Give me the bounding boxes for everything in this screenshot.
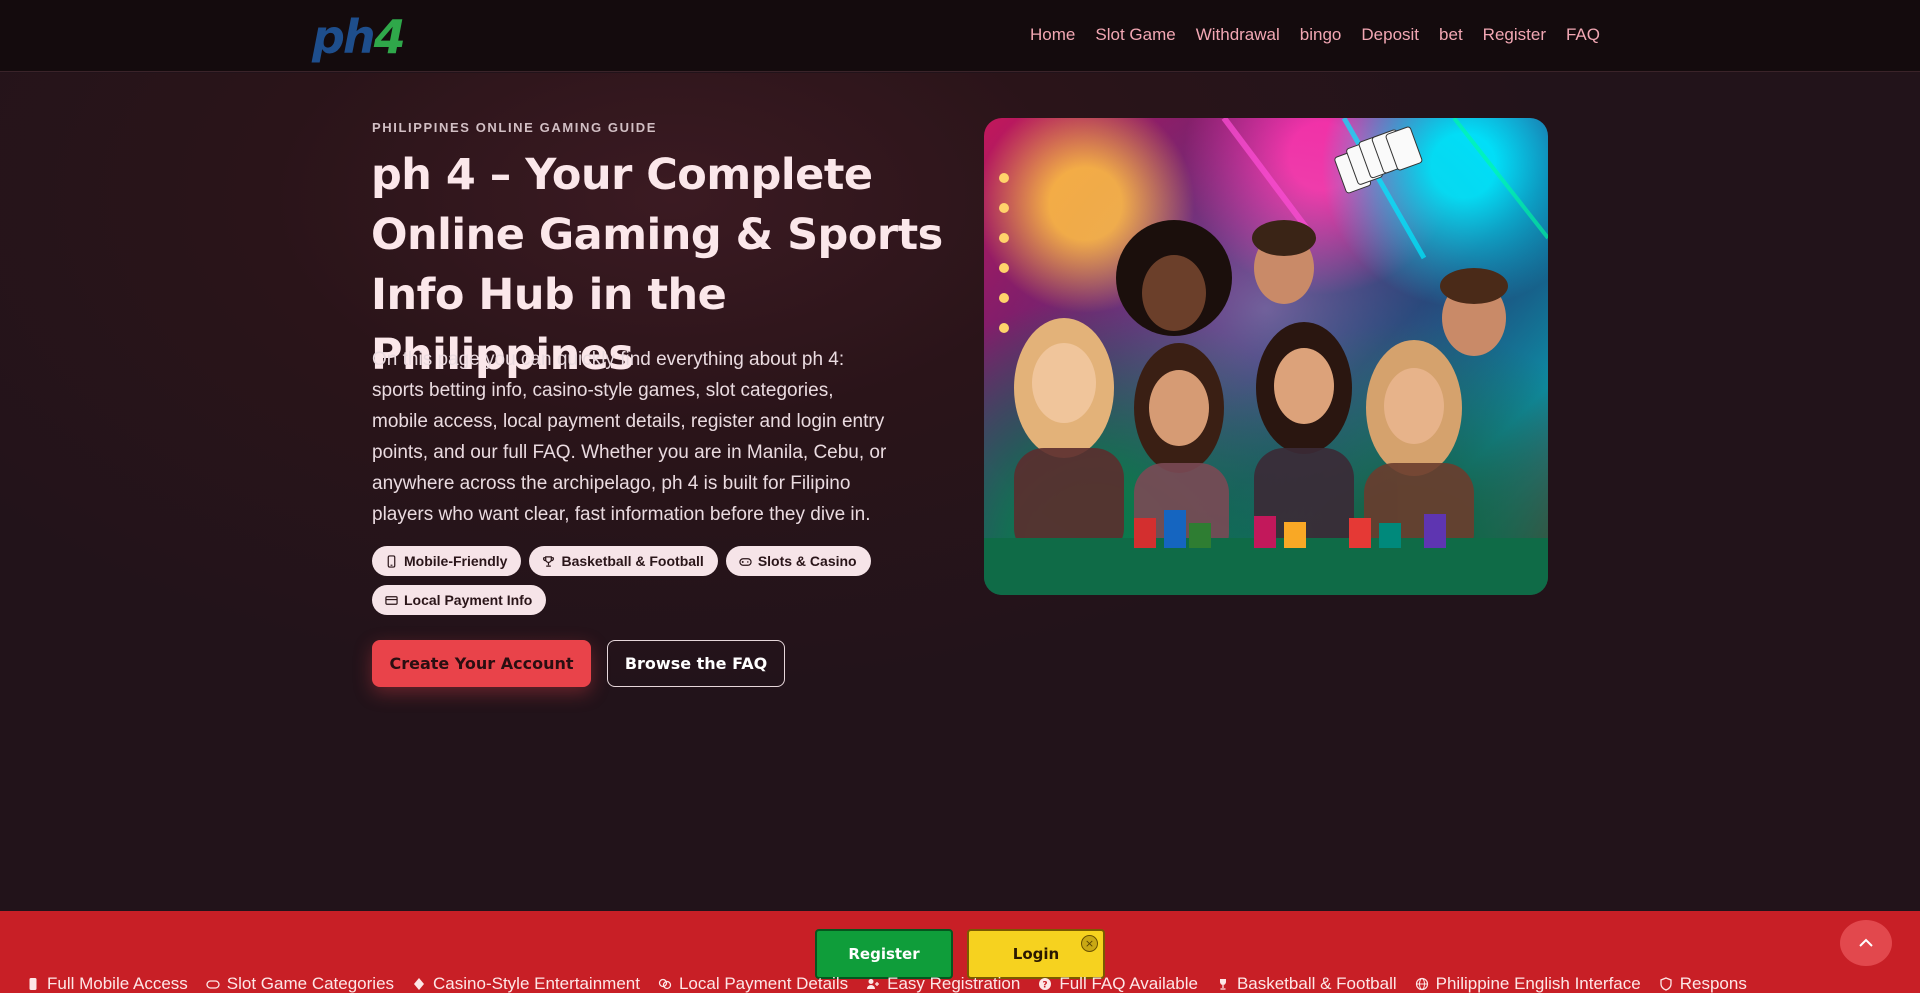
- ticker-item: ? Full FAQ Available: [1038, 974, 1198, 993]
- nav-slot-game[interactable]: Slot Game: [1095, 24, 1175, 46]
- gamepad-icon: [739, 557, 752, 566]
- card-icon: [385, 595, 398, 605]
- chip-label: Basketball & Football: [561, 553, 704, 569]
- ticker-label: Slot Game Categories: [226, 974, 395, 993]
- ticker-label: Full Mobile Access: [47, 974, 188, 993]
- nav-faq[interactable]: FAQ: [1566, 24, 1600, 46]
- ticker-item: Basketball & Football: [1216, 974, 1397, 993]
- phone-icon: [387, 554, 396, 568]
- chevron-up-icon: [1859, 938, 1873, 947]
- nav-register[interactable]: Register: [1483, 24, 1546, 46]
- trophy-icon: [1219, 978, 1226, 990]
- hero-section: [0, 73, 1920, 911]
- nav-withdrawal[interactable]: Withdrawal: [1196, 24, 1280, 46]
- hero-illustration: [984, 118, 1548, 595]
- chip-mobile-friendly: Mobile-Friendly: [372, 546, 522, 576]
- question-icon: ?: [1039, 977, 1052, 990]
- ticker-label: Local Payment Details: [678, 974, 849, 993]
- ticker-item: Easy Registration: [866, 974, 1020, 993]
- ticker-item: Respons: [1659, 974, 1747, 993]
- feature-chips: Mobile-Friendly Basketball & Football Sl…: [372, 546, 892, 615]
- nav-bet[interactable]: bet: [1439, 24, 1463, 46]
- coins-icon: [658, 978, 672, 989]
- logo-text-ph: ph: [312, 10, 376, 64]
- chip-label: Slots & Casino: [757, 553, 857, 569]
- ticker-label: Full FAQ Available: [1059, 974, 1198, 993]
- logo-text-4: 4: [373, 10, 406, 64]
- shield-icon: [1660, 976, 1672, 991]
- main-nav: Home Slot Game Withdrawal bingo Deposit …: [1030, 24, 1600, 46]
- phone-icon: [29, 977, 37, 990]
- nav-deposit[interactable]: Deposit: [1361, 24, 1419, 46]
- ticker-item: Casino-Style Entertainment: [412, 974, 640, 993]
- chip-label: Mobile-Friendly: [404, 553, 508, 569]
- ticker-item: Full Mobile Access: [26, 974, 188, 993]
- ticker-item: Local Payment Details: [658, 974, 848, 993]
- site-header: ph4 Home Slot Game Withdrawal bingo Depo…: [0, 0, 1920, 72]
- chip-local-payment: Local Payment Info: [372, 585, 547, 615]
- globe-icon: [1415, 977, 1428, 990]
- sticky-register-button[interactable]: Register: [815, 929, 953, 979]
- chip-basketball-football: Basketball & Football: [529, 546, 718, 576]
- hero-lead: On this page you can quickly find everyt…: [372, 349, 887, 525]
- ticker-label: Casino-Style Entertainment: [433, 974, 640, 993]
- ticker-label: Respons: [1679, 974, 1747, 993]
- user-plus-icon: [867, 978, 880, 989]
- site-logo[interactable]: ph4: [312, 14, 406, 60]
- create-account-button[interactable]: Create Your Account: [372, 640, 591, 687]
- browse-faq-button[interactable]: Browse the FAQ: [607, 640, 785, 687]
- hero-image: [984, 118, 1548, 595]
- nav-home[interactable]: Home: [1030, 24, 1075, 46]
- feature-ticker: Full Mobile Access Slot Game Categories …: [26, 974, 1920, 993]
- svg-text:?: ?: [1043, 980, 1048, 990]
- nav-bingo[interactable]: bingo: [1300, 24, 1342, 46]
- ticker-label: Philippine English Interface: [1435, 974, 1641, 993]
- chip-slots-casino: Slots & Casino: [725, 546, 871, 576]
- ticker-label: Basketball & Football: [1236, 974, 1397, 993]
- diamond-icon: [414, 977, 425, 990]
- ticker-item: Philippine English Interface: [1415, 974, 1641, 993]
- ticker-label: Easy Registration: [887, 974, 1021, 993]
- hero-eyebrow: PHILIPPINES ONLINE GAMING GUIDE: [372, 120, 658, 135]
- close-icon[interactable]: ×: [1081, 935, 1098, 952]
- chip-label: Local Payment Info: [404, 592, 533, 608]
- gamepad-icon: [206, 979, 220, 989]
- ticker-item: Slot Game Categories: [206, 974, 394, 993]
- scroll-to-top-button[interactable]: [1840, 920, 1892, 966]
- trophy-icon: [543, 555, 555, 567]
